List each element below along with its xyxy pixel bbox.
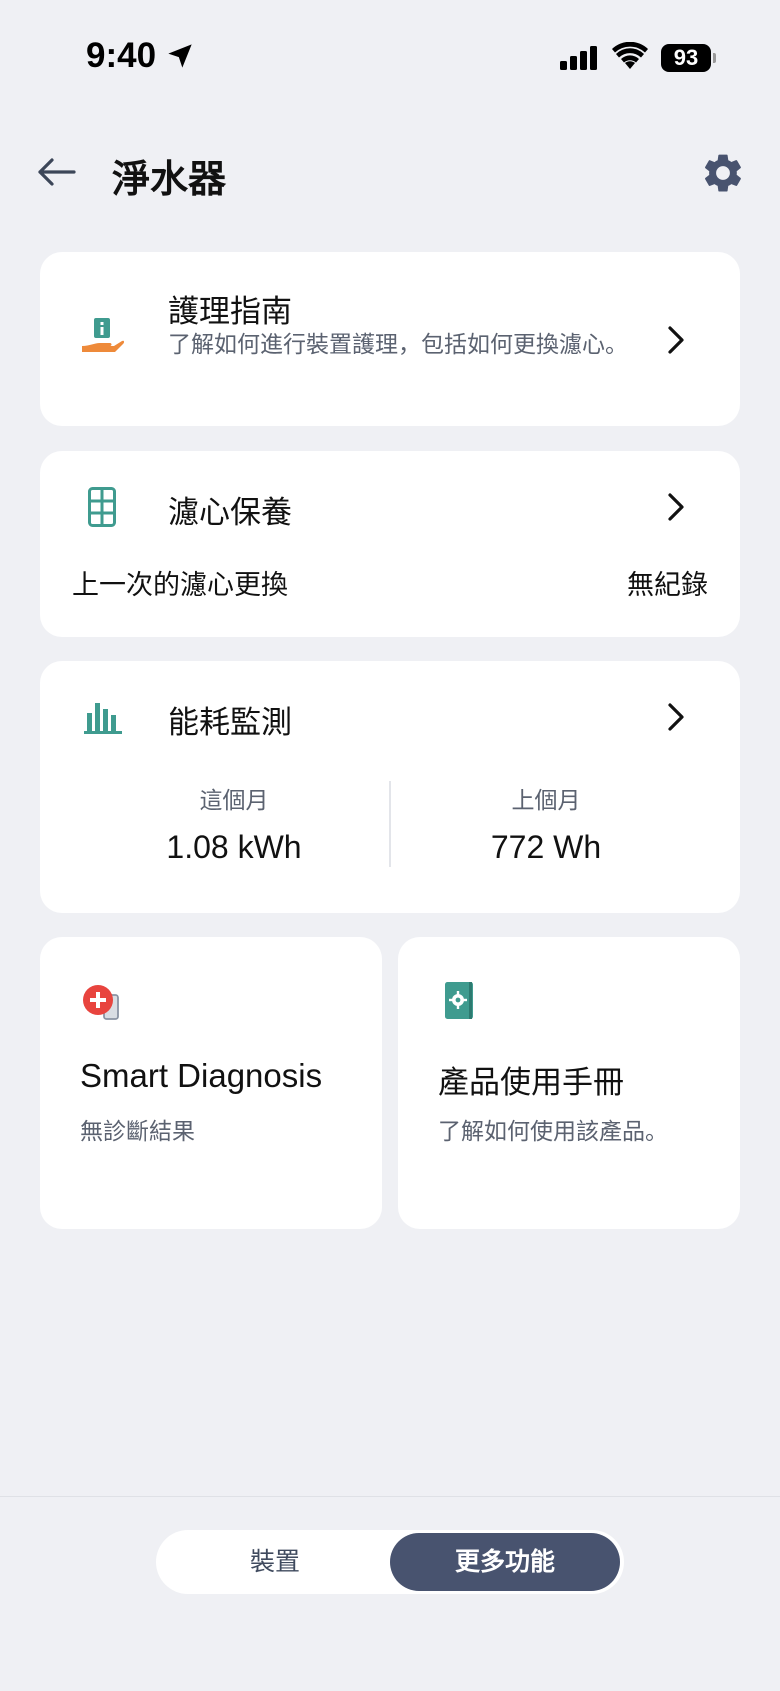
settings-gear-icon[interactable] <box>700 150 746 196</box>
diagnosis-title: Smart Diagnosis <box>80 1057 323 1094</box>
last-month-value: 772 Wh <box>490 829 602 865</box>
filter-maintenance-card[interactable]: 濾心保養 上一次的濾心更換 無紀錄 <box>40 451 740 637</box>
bottom-divider <box>0 1496 780 1497</box>
bar-chart-icon <box>84 703 122 734</box>
chevron-right-icon <box>668 493 684 521</box>
care-guide-hand-icon <box>82 318 124 352</box>
status-bar: 9:40 93 <box>0 0 780 120</box>
chevron-right-icon <box>668 326 684 354</box>
filter-grid-icon <box>88 487 116 527</box>
smart-diagnosis-card[interactable]: Smart Diagnosis 無診斷結果 <box>40 937 382 1229</box>
this-month-value: 1.08 kWh <box>166 829 302 865</box>
care-guide-card[interactable]: 護理指南 了解如何進行裝置護理，包括如何更換濾心。 <box>40 252 740 426</box>
cellular-signal-icon <box>560 46 597 70</box>
care-guide-description: 了解如何進行裝置護理，包括如何更換濾心。 <box>168 332 628 358</box>
product-manual-card[interactable]: 產品使用手冊 了解如何使用該產品。 <box>398 937 740 1229</box>
back-arrow-icon[interactable] <box>34 152 78 192</box>
tab-devices[interactable]: 裝置 <box>160 1533 390 1591</box>
last-filter-change-value: 無紀錄 <box>627 570 708 601</box>
diagnosis-status: 無診斷結果 <box>80 1119 195 1145</box>
chevron-right-icon <box>668 703 684 731</box>
filter-title: 濾心保養 <box>168 495 292 531</box>
manual-book-icon <box>445 982 473 1019</box>
battery-tip <box>713 53 716 63</box>
manual-description: 了解如何使用該產品。 <box>438 1119 668 1145</box>
energy-divider <box>389 781 391 867</box>
energy-title: 能耗監測 <box>168 705 292 741</box>
manual-title: 產品使用手冊 <box>438 1065 624 1101</box>
status-time: 9:40 <box>86 36 157 75</box>
diagnosis-icon <box>83 985 119 1020</box>
this-month-usage: 這個月 1.08 kWh <box>84 781 384 866</box>
last-month-label: 上個月 <box>511 788 581 814</box>
wifi-icon <box>612 42 648 69</box>
tab-more-features[interactable]: 更多功能 <box>390 1533 620 1591</box>
last-month-usage: 上個月 772 Wh <box>396 781 696 866</box>
care-guide-title: 護理指南 <box>168 294 292 330</box>
page-title: 淨水器 <box>112 157 227 201</box>
energy-monitor-card[interactable]: 能耗監測 這個月 1.08 kWh 上個月 772 Wh <box>40 661 740 913</box>
last-filter-change-label: 上一次的濾心更換 <box>72 570 288 601</box>
battery-indicator: 93 <box>661 44 711 72</box>
bottom-tab-switch: 裝置 更多功能 <box>156 1530 624 1594</box>
location-arrow-icon <box>168 44 192 68</box>
this-month-label: 這個月 <box>199 788 269 814</box>
